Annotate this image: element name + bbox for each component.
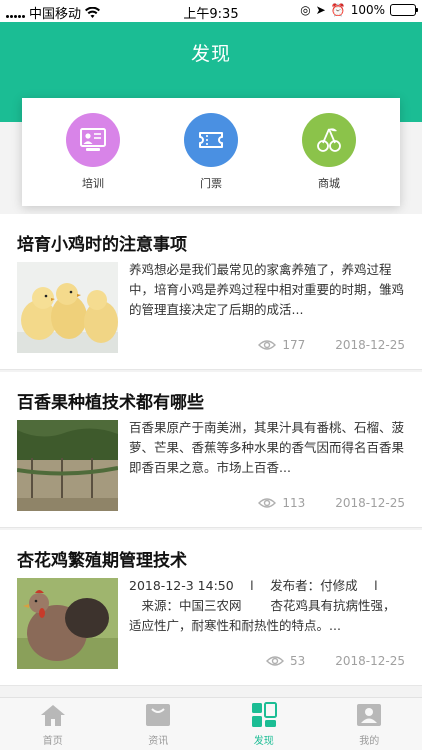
tab-discover-label: 发现 — [253, 735, 274, 747]
article-date: 2018-12-25 — [335, 338, 405, 352]
eye-icon — [258, 340, 277, 350]
article-title: 培育小鸡时的注意事项 — [17, 235, 187, 255]
view-count-value: 53 — [289, 654, 306, 668]
bottom-tab-bar: 首页 资讯 发现 我的 — [0, 697, 422, 750]
article-summary: 2018-12-3 14:50 l 发布者：付修成 l 来源：中国三农网 杏花鸡… — [129, 578, 396, 633]
tab-profile[interactable]: 我的 — [317, 698, 422, 750]
tab-news-label: 资讯 — [148, 735, 169, 747]
tab-profile-label: 我的 — [359, 735, 380, 747]
view-count: 53 — [265, 654, 306, 668]
article-thumbnail-passionfruit — [17, 420, 118, 511]
eye-icon — [258, 498, 277, 508]
article-title: 百香果种植技术都有哪些 — [17, 393, 204, 413]
article-thumbnail-chicks — [17, 262, 118, 353]
home-icon — [40, 702, 66, 728]
article-date: 2018-12-25 — [335, 654, 405, 668]
article-thumbnail-hen — [17, 578, 118, 669]
quick-nav-ticket-label: 门票 — [200, 177, 222, 190]
ticket-icon — [184, 113, 238, 167]
battery-percent: 100% — [350, 3, 385, 17]
page-title: 发现 — [190, 42, 231, 65]
cherry-icon — [302, 113, 356, 167]
eye-icon — [265, 656, 284, 666]
article-meta: 177 2018-12-25 — [258, 338, 405, 352]
quick-nav-shop[interactable]: 商城 — [284, 113, 374, 191]
article-list: 培育小鸡时的注意事项 养鸡想必是我们最常见的家禽养殖了，养鸡过程中，培育小鸡是养… — [0, 214, 422, 688]
article-summary: 养鸡想必是我们最常见的家禽养殖了，养鸡过程中，培育小鸡是养鸡过程中相对重要的时期… — [129, 262, 405, 317]
battery-icon — [390, 4, 418, 16]
tab-home[interactable]: 首页 — [0, 698, 106, 750]
status-right: ◎ ➤ ⏰ 100% — [300, 3, 418, 17]
article-card[interactable]: 杏花鸡繁殖期管理技术 2018-12-3 14:50 l 发布者：付修成 l 来… — [0, 530, 422, 686]
training-icon — [66, 113, 120, 167]
alarm-icon: ⏰ — [330, 3, 346, 17]
quick-nav-shop-label: 商城 — [318, 177, 340, 190]
view-count: 113 — [258, 496, 305, 510]
view-count-value: 113 — [282, 496, 306, 510]
nav-header: 发现 — [0, 22, 422, 82]
quick-nav-ticket[interactable]: 门票 — [166, 113, 256, 191]
news-icon — [145, 702, 171, 728]
rotation-lock-icon: ◎ — [300, 3, 311, 17]
article-meta: 113 2018-12-25 — [258, 496, 405, 510]
status-bar: 中国移动 上午9:35 ◎ ➤ ⏰ 100% — [0, 0, 422, 22]
profile-icon — [356, 702, 382, 728]
discover-icon — [251, 701, 277, 728]
tab-news[interactable]: 资讯 — [106, 698, 212, 750]
article-title: 杏花鸡繁殖期管理技术 — [17, 551, 187, 571]
quick-nav-training[interactable]: 培训 — [48, 113, 138, 191]
article-date: 2018-12-25 — [335, 496, 405, 510]
location-icon: ➤ — [315, 3, 326, 17]
tab-discover[interactable]: 发现 — [211, 698, 317, 750]
tab-home-label: 首页 — [42, 735, 63, 747]
article-meta: 53 2018-12-25 — [265, 654, 405, 668]
view-count: 177 — [258, 338, 305, 352]
quick-nav-training-label: 培训 — [82, 177, 104, 190]
view-count-value: 177 — [282, 338, 306, 352]
article-card[interactable]: 百香果种植技术都有哪些 百香果原产于南美洲，其果汁具有番桃、石榴、菠萝、芒果、香… — [0, 372, 422, 528]
article-summary: 百香果原产于南美洲，其果汁具有番桃、石榴、菠萝、芒果、香蕉等多种水果的香气因而得… — [129, 420, 405, 475]
quick-nav-card: 培训 门票 商城 — [22, 98, 400, 206]
article-card[interactable]: 培育小鸡时的注意事项 养鸡想必是我们最常见的家禽养殖了，养鸡过程中，培育小鸡是养… — [0, 214, 422, 370]
